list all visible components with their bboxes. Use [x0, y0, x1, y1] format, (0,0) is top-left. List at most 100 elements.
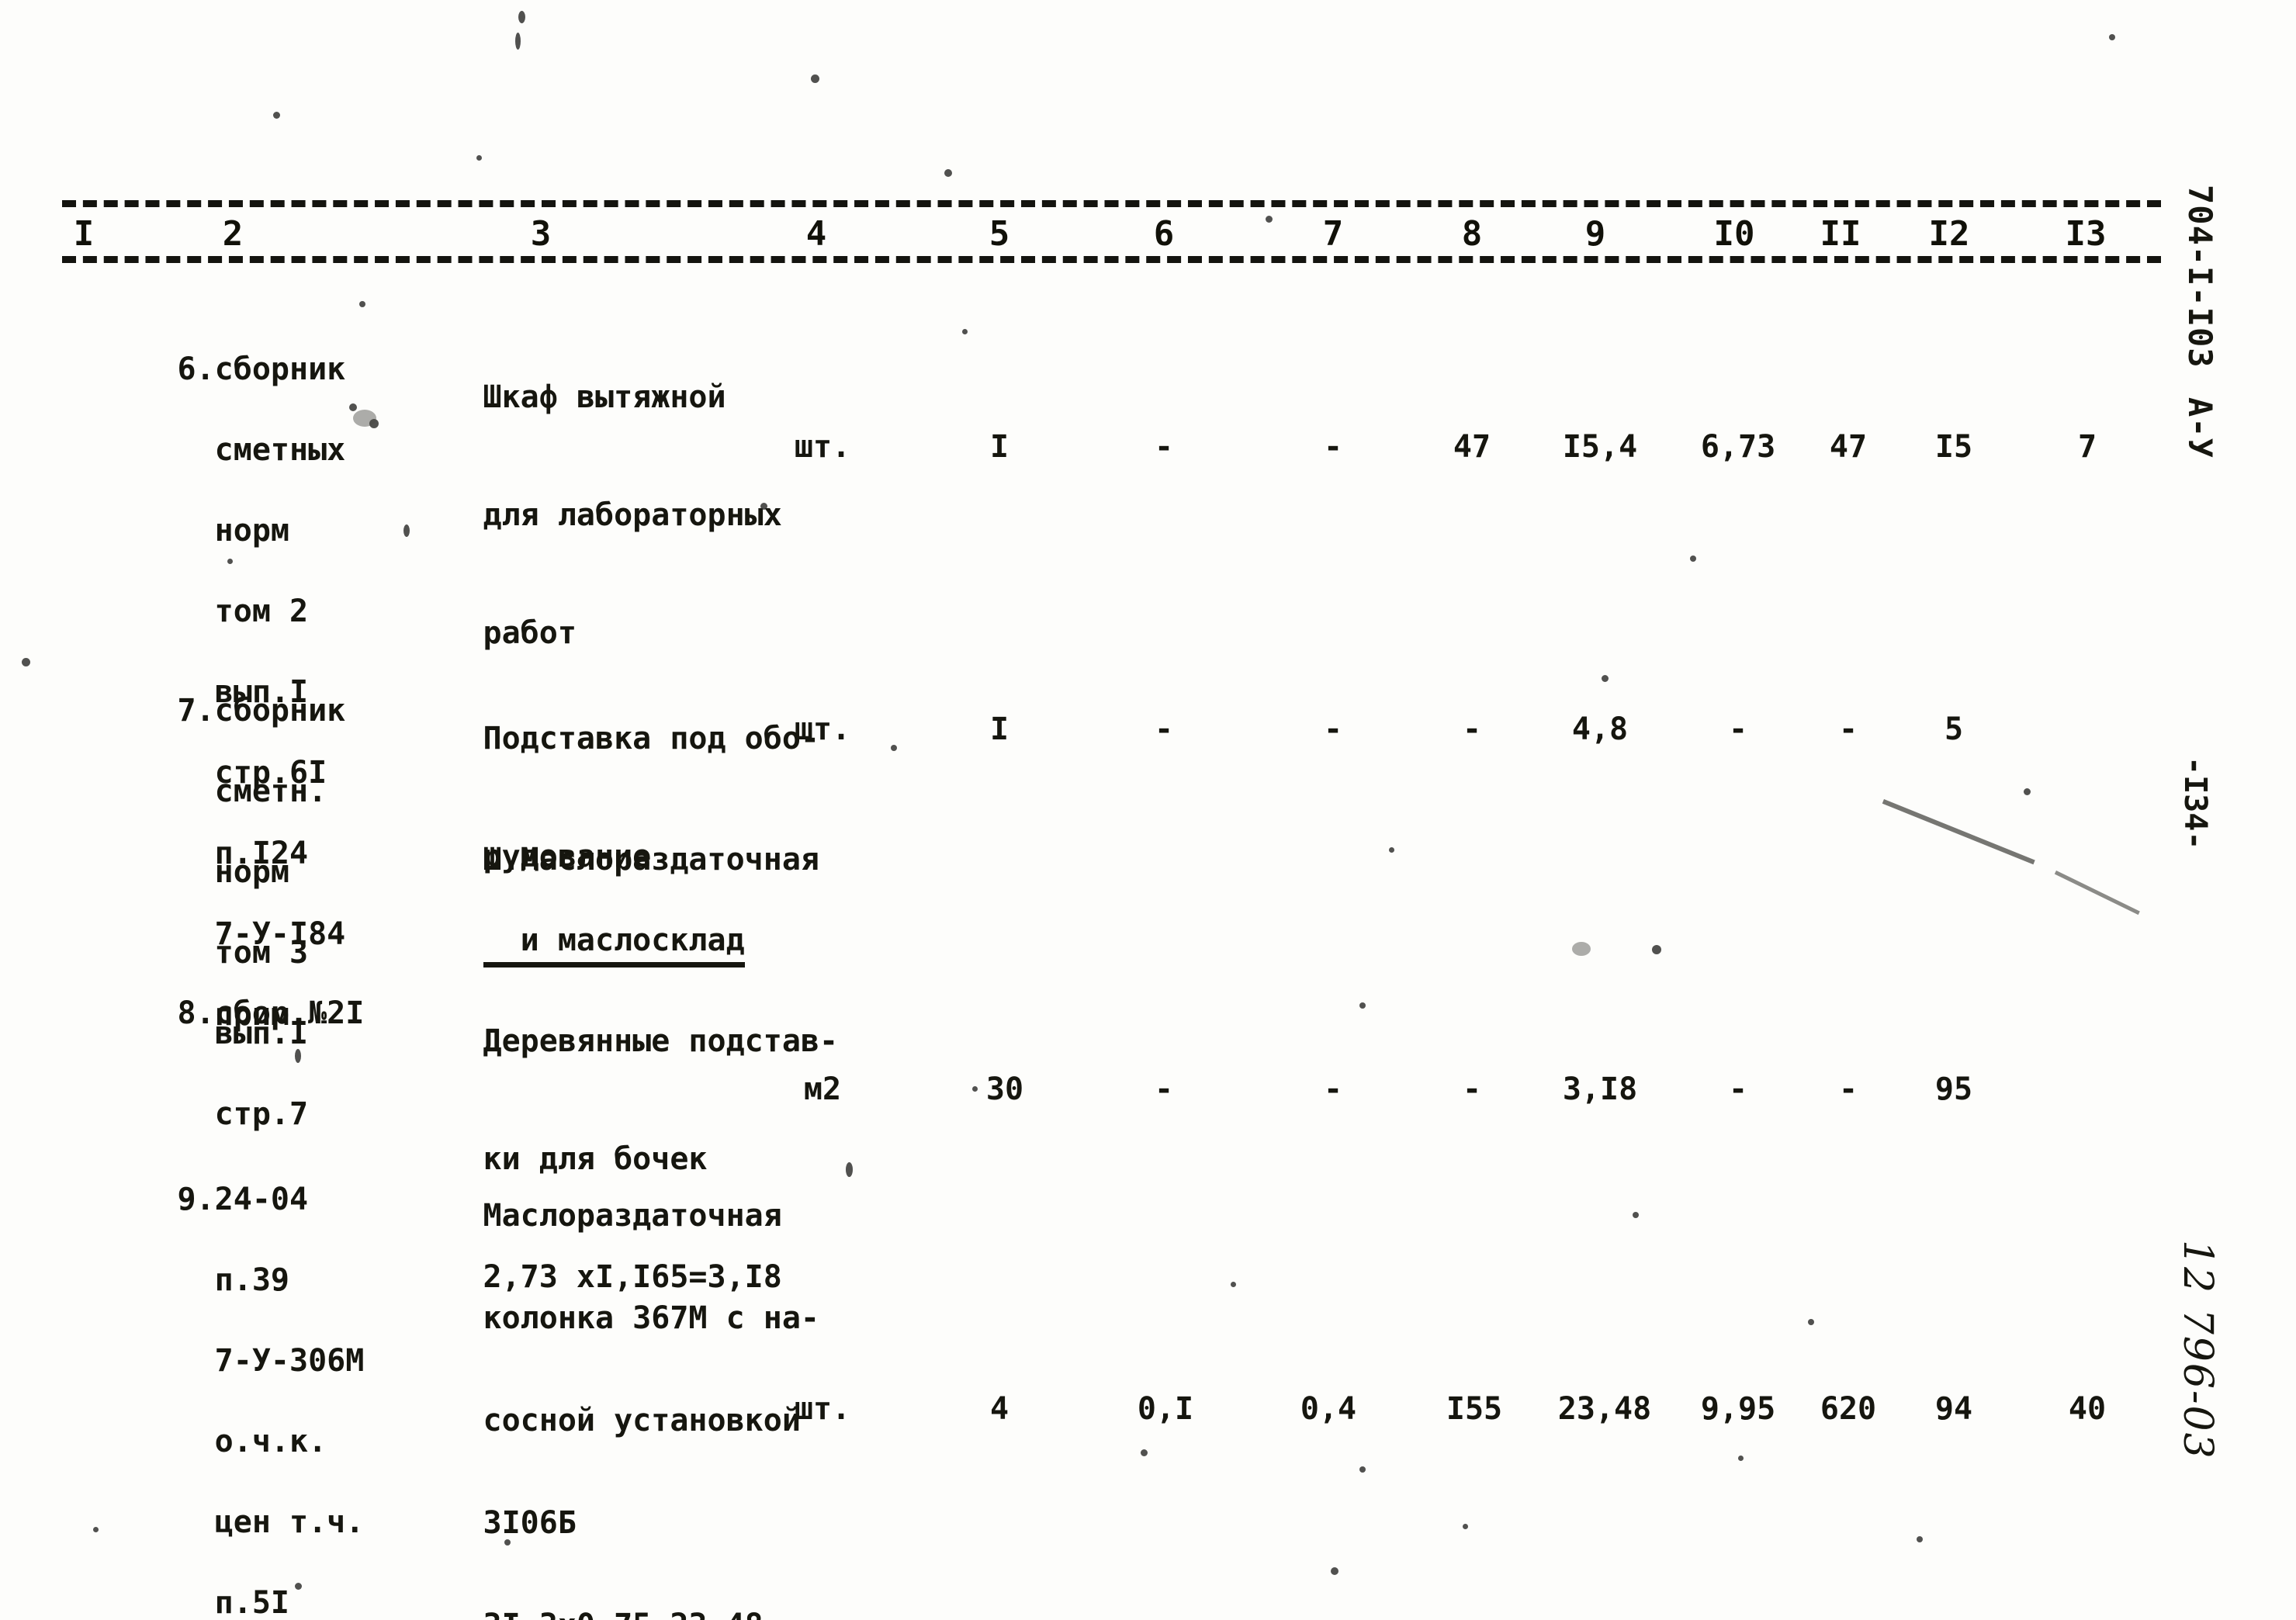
row-value-7: - — [1323, 1071, 1343, 1107]
row-value-12: 95 — [1934, 1071, 1973, 1107]
scan-speck — [972, 1086, 978, 1092]
page-number: -I34- — [2177, 756, 2213, 850]
table-header-rule — [62, 256, 2161, 263]
row-value-9: 23,48 — [1557, 1391, 1652, 1427]
row-value-11: 620 — [1820, 1391, 1877, 1427]
scan-speck — [476, 155, 482, 161]
scan-speck — [1389, 847, 1394, 853]
scan-speck — [1652, 945, 1661, 954]
scan-speck — [1738, 1456, 1744, 1461]
scan-speck — [93, 1527, 99, 1532]
row-value-9: 3,I8 — [1562, 1071, 1638, 1107]
row-value-10: - — [1728, 1071, 1748, 1107]
scan-speck — [227, 559, 233, 564]
column-number-9: 9 — [1584, 214, 1606, 254]
row-value-10: 6,73 — [1700, 429, 1776, 465]
scan-speck — [1690, 556, 1696, 562]
row-value-12: I5 — [1934, 429, 1973, 465]
row-value-6: - — [1154, 429, 1174, 465]
row-value-5: I — [989, 429, 1009, 465]
column-number-6: 6 — [1153, 214, 1175, 254]
row-unit: шт. — [794, 711, 851, 747]
scan-speck — [295, 1583, 302, 1590]
ref-line: сметных — [177, 432, 346, 468]
scanned-page: I 2 3 4 5 6 7 8 9 I0 II I2 I3 6.сборник … — [0, 0, 2296, 1620]
ref-line: сметн. — [177, 774, 327, 809]
column-number-7: 7 — [1322, 214, 1344, 254]
scan-speck — [1141, 1449, 1148, 1456]
row-value-13: 40 — [2068, 1391, 2107, 1427]
desc-line: работ — [483, 615, 577, 651]
scan-speck — [1231, 1282, 1236, 1287]
scan-speck — [349, 403, 357, 411]
ref-line: п.39 — [177, 1262, 289, 1298]
margin-series-code: А-У — [2181, 397, 2219, 459]
column-number-1: I — [73, 214, 95, 254]
desc-line: Подставка под обо- — [483, 721, 819, 756]
column-number-13: I3 — [2065, 214, 2107, 254]
section-heading-line1: Ш.Маслораздаточная — [483, 842, 819, 878]
scan-speck — [760, 503, 767, 510]
row-description: Маслораздаточная колонка 367М с на- сосн… — [371, 1139, 819, 1620]
row-value-13: 7 — [2077, 429, 2097, 465]
scan-speck — [1359, 1002, 1366, 1009]
row-value-5: I — [989, 711, 1009, 747]
ref-line: цен т.ч. — [177, 1504, 365, 1540]
scan-speck — [273, 112, 280, 119]
row-value-6: - — [1154, 1071, 1174, 1107]
scan-speck — [22, 658, 30, 666]
scan-speck — [891, 745, 897, 751]
scan-speck — [2109, 34, 2115, 40]
scan-speck — [1602, 675, 1609, 682]
ref-line: о.ч.к. — [177, 1424, 327, 1459]
ref-line: норм — [177, 513, 289, 549]
scan-speck — [504, 1539, 511, 1546]
scan-smudge — [353, 410, 376, 427]
ref-line: норм — [177, 854, 289, 890]
column-number-10: I0 — [1713, 214, 1755, 254]
column-number-5: 5 — [989, 214, 1010, 254]
scan-speck — [403, 524, 410, 537]
scan-speck — [1266, 216, 1273, 223]
ref-line: 6.сборник — [177, 351, 346, 387]
row-value-12: 5 — [1944, 711, 1964, 747]
row-unit: шт. — [794, 1391, 851, 1427]
scan-speck — [518, 11, 525, 23]
desc-line: Маслораздаточная — [483, 1198, 782, 1234]
row-reference: 7.сборник сметн. норм том 3 вып.I стр.7 — [65, 650, 346, 1175]
row-reference: 8.сбор.№2I — [65, 953, 365, 1074]
scan-speck — [962, 329, 968, 334]
row-value-8: - — [1462, 711, 1482, 747]
scan-speck — [1633, 1212, 1639, 1218]
column-number-3: 3 — [530, 214, 552, 254]
row-value-10: 9,95 — [1700, 1391, 1776, 1427]
column-number-8: 8 — [1461, 214, 1483, 254]
desc-line: колонка 367М с на- — [483, 1300, 819, 1336]
row-reference: 9.24-04 п.39 7-У-306М о.ч.к. цен т.ч. п.… — [65, 1139, 365, 1620]
row-value-8: I55 — [1446, 1391, 1503, 1427]
ref-line: 7.сборник — [177, 693, 346, 729]
row-value-5: 30 — [985, 1071, 1024, 1107]
archive-stamp: 12 796-03 — [2174, 1240, 2221, 1460]
scan-speck — [2024, 788, 2031, 795]
row-value-9: 4,8 — [1571, 711, 1629, 747]
scan-speck — [295, 1049, 301, 1063]
scan-speck — [811, 74, 819, 83]
scan-speck — [1331, 1567, 1338, 1575]
row-value-7: 0,4 — [1300, 1391, 1357, 1427]
row-value-12: 94 — [1934, 1391, 1973, 1427]
margin-document-code: 704-I-I03 — [2181, 185, 2219, 369]
ref-line: п.5I — [177, 1585, 289, 1620]
desc-line: 3I,3x0,75=23,48 — [483, 1608, 764, 1620]
row-unit: шт. — [794, 429, 851, 465]
desc-line: сосной установкой — [483, 1403, 801, 1438]
scan-speck — [1808, 1319, 1814, 1325]
scan-speck — [846, 1162, 853, 1177]
scan-speck — [1917, 1536, 1923, 1542]
desc-line: 3I06Б — [483, 1505, 577, 1541]
row-value-6: - — [1154, 711, 1174, 747]
row-value-9: I5,4 — [1562, 429, 1638, 465]
ref-line: 7-У-306М — [177, 1343, 365, 1379]
row-value-11: - — [1838, 1071, 1858, 1107]
row-value-8: 47 — [1453, 429, 1491, 465]
